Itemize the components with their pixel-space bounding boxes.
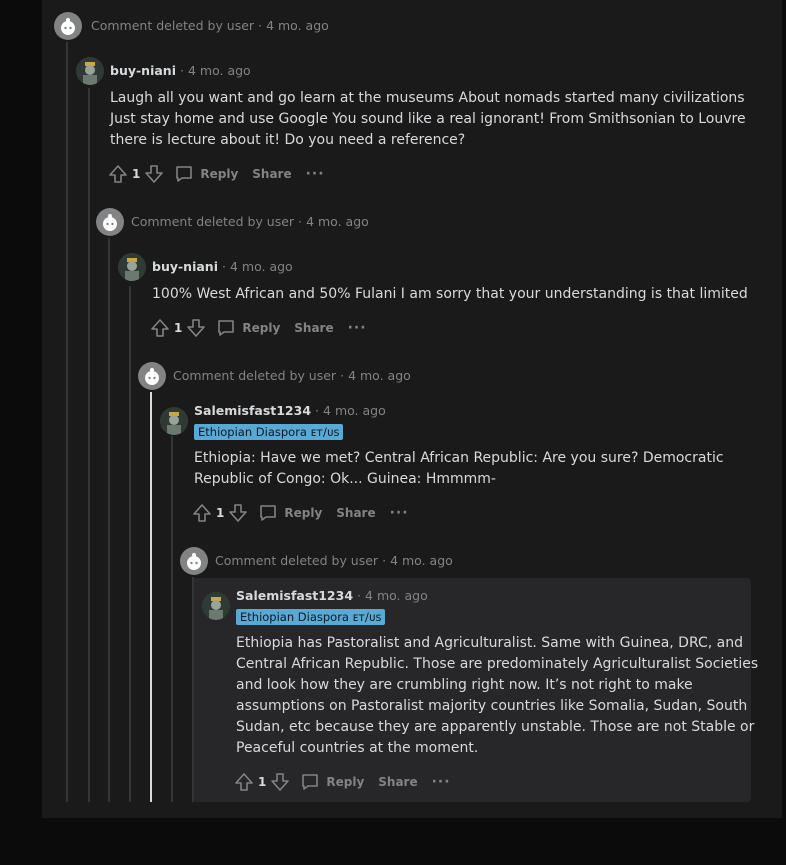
comment-actions: 1 Reply Share ··· [192, 501, 409, 525]
comment-meta: Comment deleted by user · 4 mo. ago [91, 18, 329, 33]
user-avatar[interactable] [202, 592, 230, 620]
upvote-icon[interactable] [192, 503, 212, 523]
share-button[interactable]: Share [336, 506, 375, 520]
downvote-icon[interactable] [270, 772, 290, 792]
thread-line[interactable] [88, 88, 90, 802]
share-button[interactable]: Share [378, 775, 417, 789]
reply-button[interactable]: Reply [300, 772, 364, 792]
thread-line[interactable] [66, 42, 68, 802]
comment-line: Sudan, etc because they are apparently u… [236, 719, 755, 735]
user-flair: Ethiopian Diaspora ᴇᴛ/ᴜs [236, 609, 386, 625]
comment-line: Central African Republic. Those are pred… [236, 656, 759, 672]
comment-line: Republic of Congo: Ok... Guinea: Hmmmm- [194, 471, 496, 487]
reply-label: Reply [200, 167, 239, 181]
comment-meta: Comment deleted by user · 4 mo. ago [173, 368, 411, 383]
thread-line[interactable] [108, 238, 110, 802]
more-options-icon[interactable]: ··· [390, 505, 409, 521]
downvote-icon[interactable] [144, 164, 164, 184]
deleted-label: Comment deleted by user [173, 368, 337, 383]
share-button[interactable]: Share [252, 167, 291, 181]
comment-age: 4 mo. ago [306, 214, 369, 229]
comment-actions: 1 Reply Share ··· [150, 316, 367, 340]
reply-button[interactable]: Reply [258, 503, 322, 523]
upvote-icon[interactable] [108, 164, 128, 184]
comment-meta: Salemisfast1234 · 4 mo. ago [236, 588, 428, 603]
user-flair: Ethiopian Diaspora ᴇᴛ/ᴜs [194, 424, 344, 440]
deleted-label: Comment deleted by user [91, 18, 255, 33]
comment-age: 4 mo. ago [187, 63, 251, 78]
upvote-icon[interactable] [234, 772, 254, 792]
comment-meta: Salemisfast1234 · 4 mo. ago [194, 403, 386, 418]
reply-button[interactable]: Reply [216, 318, 280, 338]
comment-body: Ethiopia: Have we met? Central African R… [194, 448, 724, 490]
more-options-icon[interactable]: ··· [348, 320, 367, 336]
comment-age: 4 mo. ago [390, 553, 453, 568]
upvote-icon[interactable] [150, 318, 170, 338]
user-avatar[interactable] [76, 57, 104, 85]
vote-score: 1 [258, 775, 267, 789]
reply-label: Reply [326, 775, 365, 789]
comment-line: there is lecture about it! Do you need a… [110, 132, 466, 148]
comment-body: 100% West African and 50% Fulani I am so… [152, 284, 748, 305]
deleted-user-avatar[interactable] [54, 12, 82, 40]
comment-actions: 1 Reply Share ··· [108, 162, 325, 186]
downvote-icon[interactable] [186, 318, 206, 338]
vote-score: 1 [132, 167, 141, 181]
comment-age: 4 mo. ago [323, 403, 386, 418]
deleted-user-avatar[interactable] [138, 362, 166, 390]
comment-bubble-icon [216, 318, 236, 338]
comment-body: Laugh all you want and go learn at the m… [110, 88, 746, 151]
comment-age: 4 mo. ago [365, 588, 428, 603]
share-button[interactable]: Share [294, 321, 333, 335]
comment-line: Ethiopia: Have we met? Central African R… [194, 450, 724, 466]
more-options-icon[interactable]: ··· [306, 166, 325, 182]
thread-line-active[interactable] [150, 392, 152, 802]
reply-label: Reply [284, 506, 323, 520]
comment-bubble-icon [258, 503, 278, 523]
thread-line[interactable] [192, 577, 194, 802]
author-link[interactable]: buy-niani [110, 63, 176, 78]
comment-bubble-icon [300, 772, 320, 792]
comment-line: 100% West African and 50% Fulani I am so… [152, 286, 748, 302]
comment-age: 4 mo. ago [229, 259, 293, 274]
comment-line: Just stay home and use Google You sound … [110, 111, 746, 127]
comment-meta: buy-niani · 4 mo. ago [152, 259, 293, 274]
user-avatar[interactable] [160, 407, 188, 435]
reply-button[interactable]: Reply [174, 164, 238, 184]
more-options-icon[interactable]: ··· [432, 774, 451, 790]
reply-label: Reply [242, 321, 281, 335]
downvote-icon[interactable] [228, 503, 248, 523]
comment-line: Peaceful countries at the moment. [236, 740, 479, 756]
comment-line: Ethiopia has Pastoralist and Agricultura… [236, 635, 743, 651]
user-avatar[interactable] [118, 253, 146, 281]
deleted-user-avatar[interactable] [180, 547, 208, 575]
comment-line: and look how they are crumbling right no… [236, 677, 693, 693]
author-link[interactable]: Salemisfast1234 [194, 403, 311, 418]
comment-age: 4 mo. ago [348, 368, 411, 383]
comment-meta: buy-niani · 4 mo. ago [110, 63, 251, 78]
thread-line[interactable] [129, 286, 131, 802]
thread-line[interactable] [171, 436, 173, 802]
author-link[interactable]: Salemisfast1234 [236, 588, 353, 603]
comment-body: Ethiopia has Pastoralist and Agricultura… [236, 633, 758, 759]
comment-line: assumptions on Pastoralist majority coun… [236, 698, 748, 714]
comment-meta: Comment deleted by user · 4 mo. ago [215, 553, 453, 568]
deleted-label: Comment deleted by user [215, 553, 379, 568]
comment-meta: Comment deleted by user · 4 mo. ago [131, 214, 369, 229]
author-link[interactable]: buy-niani [152, 259, 218, 274]
deleted-user-avatar[interactable] [96, 208, 124, 236]
comment-line: Laugh all you want and go learn at the m… [110, 90, 745, 106]
comment-actions: 1 Reply Share ··· [234, 770, 451, 794]
comment-bubble-icon [174, 164, 194, 184]
vote-score: 1 [216, 506, 225, 520]
deleted-label: Comment deleted by user [131, 214, 295, 229]
vote-score: 1 [174, 321, 183, 335]
comment-age: 4 mo. ago [266, 18, 329, 33]
